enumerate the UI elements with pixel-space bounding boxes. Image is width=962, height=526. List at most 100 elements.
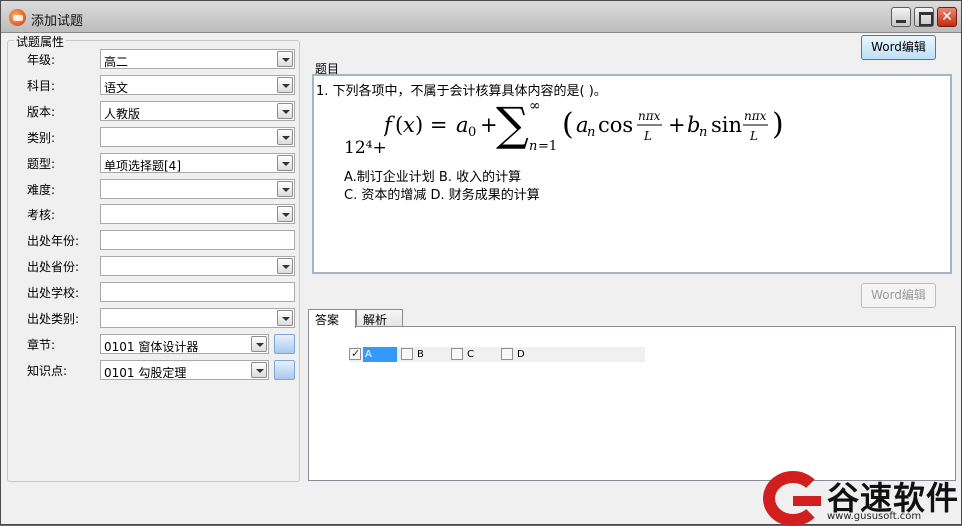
svg-text:=1: =1 <box>538 139 557 152</box>
maximize-button[interactable] <box>914 7 934 27</box>
field-label: 考核: <box>27 208 56 222</box>
tab-answer[interactable]: 答案 <box>308 309 356 328</box>
chevron-down-icon[interactable] <box>277 129 293 145</box>
svg-text:nπx: nπx <box>638 109 661 123</box>
minimize-button[interactable] <box>891 7 911 27</box>
formula-image: f ( x ) = a 0 + ∑ ∞ n =1 ( a n cos nπx L… <box>384 98 784 152</box>
select-field[interactable] <box>100 204 295 224</box>
field-label: 章节: <box>27 338 56 352</box>
answer-option[interactable]: D <box>501 347 551 362</box>
svg-text:a: a <box>456 113 469 137</box>
svg-text:) =: ) = <box>415 113 447 137</box>
checkbox[interactable] <box>349 346 361 361</box>
field-label: 年级: <box>27 53 56 67</box>
watermark-url: www.gususoft.com <box>827 511 922 522</box>
checkbox[interactable] <box>451 348 463 360</box>
chevron-down-icon[interactable] <box>277 51 293 67</box>
question-editor[interactable]: 1. 下列各项中，不属于会计核算具体内容的是( )。 f ( x ) = a 0… <box>312 74 952 274</box>
select-field[interactable] <box>100 308 295 328</box>
chevron-down-icon[interactable] <box>277 155 293 171</box>
select-field[interactable] <box>100 179 295 199</box>
svg-text:+: + <box>480 113 498 137</box>
close-icon: ✕ <box>941 9 953 25</box>
select-field[interactable]: 人教版 <box>100 101 295 121</box>
answer-label: B <box>417 349 424 360</box>
text-field[interactable] <box>100 230 295 250</box>
select-value: 0101 勾股定理 <box>104 366 187 380</box>
checkbox[interactable] <box>401 348 413 360</box>
watermark-logo-bar <box>793 496 821 506</box>
select-field[interactable]: 语文 <box>100 75 295 95</box>
chevron-down-icon[interactable] <box>277 206 293 222</box>
close-button[interactable]: ✕ <box>937 7 957 27</box>
minimize-icon <box>892 8 910 26</box>
formula-prefix: 12⁴+ <box>344 138 387 158</box>
add-question-window: 添加试题 ✕ 试题属性 年级: 高二科目: 语文版本: 人教版类别: 题型: 单项选择题[… <box>0 0 962 526</box>
field-label: 版本: <box>27 105 56 119</box>
select-value: 高二 <box>104 55 129 69</box>
svg-text:+: + <box>668 113 686 137</box>
svg-text:(: ( <box>562 107 574 142</box>
tab-analysis[interactable]: 解析 <box>356 309 403 327</box>
field-label: 题型: <box>27 157 56 171</box>
answer-option[interactable]: C <box>451 347 501 362</box>
select-value: 单项选择题[4] <box>104 159 181 173</box>
select-field[interactable] <box>100 127 295 147</box>
svg-text:): ) <box>772 107 784 142</box>
svg-text:n: n <box>699 125 707 140</box>
word-edit-button[interactable]: Word编辑 <box>861 35 936 60</box>
svg-text:∑: ∑ <box>496 98 529 151</box>
maximize-icon <box>915 8 933 26</box>
answer-option[interactable]: B <box>401 347 451 362</box>
field-label: 出处类别: <box>27 312 80 326</box>
title-bar: 添加试题 ✕ <box>1 1 961 33</box>
chevron-down-icon[interactable] <box>277 258 293 274</box>
select-value: 0101 窗体设计器 <box>104 340 199 354</box>
svg-text:L: L <box>749 129 758 143</box>
answer-label: A <box>363 347 397 362</box>
field-label: 出处年份: <box>27 234 80 248</box>
answer-panel: A B C D <box>308 326 956 481</box>
field-label: 科目: <box>27 79 56 93</box>
checkbox[interactable] <box>501 348 513 360</box>
group-title: 试题属性 <box>14 33 67 50</box>
browse-button[interactable] <box>274 334 295 354</box>
svg-text:n: n <box>529 139 537 152</box>
browse-button[interactable] <box>274 360 295 380</box>
svg-text:n: n <box>587 125 595 140</box>
answer-word-edit-button[interactable]: Word编辑 <box>861 283 936 308</box>
chevron-down-icon[interactable] <box>251 362 267 378</box>
svg-text:f: f <box>384 113 395 137</box>
select-field[interactable]: 0101 窗体设计器 <box>100 334 269 354</box>
answer-label: D <box>517 349 525 360</box>
svg-text:(: ( <box>395 113 403 137</box>
select-field[interactable]: 0101 勾股定理 <box>100 360 269 380</box>
svg-text:sin: sin <box>711 113 742 137</box>
svg-text:nπx: nπx <box>744 109 767 123</box>
field-label: 出处省份: <box>27 260 80 274</box>
text-field[interactable] <box>100 282 295 302</box>
select-value: 语文 <box>104 81 129 95</box>
answer-option[interactable]: A <box>349 346 399 362</box>
svg-text:cos: cos <box>598 113 633 137</box>
options-line-2: C. 资本的增减 D. 财务成果的计算 <box>344 188 540 203</box>
select-field[interactable]: 高二 <box>100 49 295 69</box>
chevron-down-icon[interactable] <box>277 181 293 197</box>
chevron-down-icon[interactable] <box>277 103 293 119</box>
options-line-1: A.制订企业计划 B. 收入的计算 <box>344 170 522 185</box>
select-field[interactable]: 单项选择题[4] <box>100 153 295 173</box>
field-label: 类别: <box>27 131 56 145</box>
answer-options: A B C D <box>349 346 645 362</box>
app-icon <box>9 9 26 26</box>
chevron-down-icon[interactable] <box>251 336 267 352</box>
field-label: 出处学校: <box>27 286 80 300</box>
svg-text:x: x <box>403 113 415 137</box>
chevron-down-icon[interactable] <box>277 310 293 326</box>
chevron-down-icon[interactable] <box>277 77 293 93</box>
field-label: 知识点: <box>27 364 68 378</box>
select-value: 人教版 <box>104 107 141 121</box>
svg-text:0: 0 <box>468 125 476 140</box>
answer-label: C <box>467 349 474 360</box>
question-text: 1. 下列各项中，不属于会计核算具体内容的是( )。 <box>316 84 607 99</box>
select-field[interactable] <box>100 256 295 276</box>
